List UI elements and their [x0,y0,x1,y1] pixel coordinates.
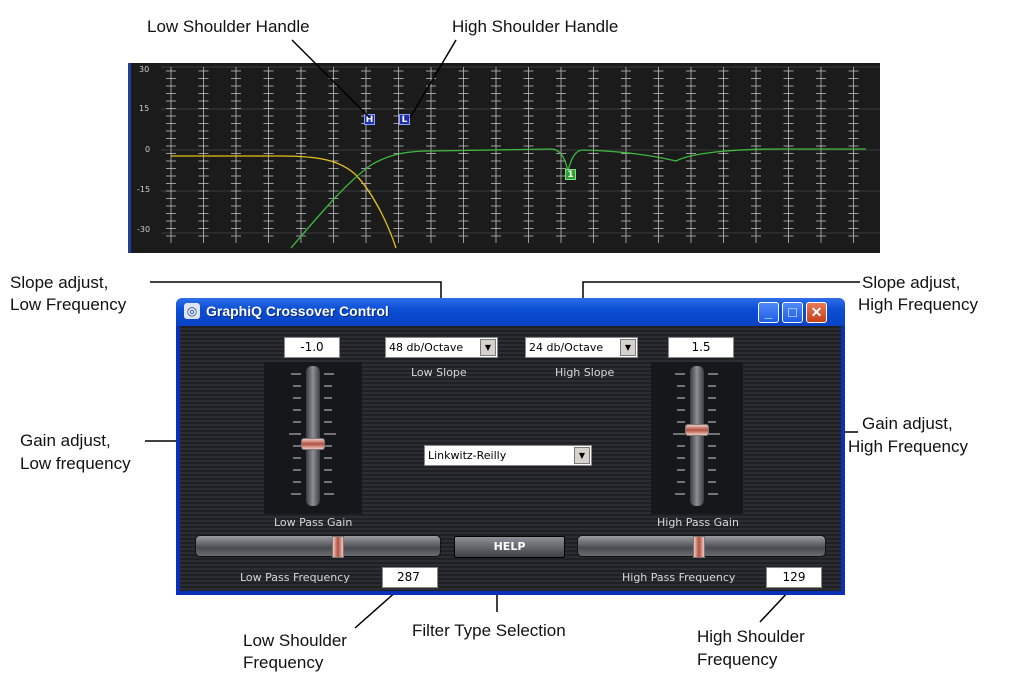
high-pass-gain-label: High Pass Gain [657,516,739,529]
window-client-area: -1.0 48 db/Octave ▼ 24 db/Octave ▼ 1.5 L… [180,326,841,591]
high-pass-gain-thumb[interactable] [685,424,709,436]
high-pass-frequency-thumb[interactable] [693,536,705,558]
high-slope-select[interactable]: 24 db/Octave ▼ [525,337,638,358]
high-pass-frequency-field[interactable]: 129 [766,567,822,588]
low-pass-gain-panel [264,362,362,514]
annotation-gain-low-line2: Low frequency [20,454,131,473]
low-slope-label: Low Slope [411,366,467,379]
annotation-slope-low-line2: Low Frequency [10,295,127,314]
low-gain-value-field[interactable]: -1.0 [284,337,340,358]
annotation-gain-high-line2: High Frequency [848,437,969,456]
chevron-down-icon[interactable]: ▼ [480,339,496,356]
annotation-high-shoulder-handle: High Shoulder Handle [452,17,619,36]
high-pass-gain-track[interactable] [690,366,704,506]
high-pass-frequency-label: High Pass Frequency [622,571,736,584]
minimize-button[interactable]: _ [758,302,779,323]
low-pass-frequency-label: Low Pass Frequency [240,571,350,584]
annotation-low-shoulder-freq-line1: Low Shoulder [243,631,347,650]
annotation-low-shoulder-freq-line2: Frequency [243,653,324,672]
high-pass-gain-panel [651,362,743,514]
title-bar[interactable]: ◎ GraphiQ Crossover Control _ □ ✕ [176,298,845,326]
high-slope-label: High Slope [555,366,615,379]
crossover-control-window: ◎ GraphiQ Crossover Control _ □ ✕ -1.0 4… [176,298,845,595]
filter-type-select[interactable]: Linkwitz-Reilly ▼ [424,445,592,466]
low-slope-selected: 48 db/Octave [389,341,464,354]
annotation-high-shoulder-freq-line1: High Shoulder [697,627,805,646]
annotation-filter-type: Filter Type Selection [412,621,566,640]
annotation-gain-high-line1: Gain adjust, [862,414,953,433]
low-pass-gain-thumb[interactable] [301,438,325,450]
help-button[interactable]: HELP [454,536,565,558]
annotation-slope-high-line2: High Frequency [858,295,979,314]
app-icon: ◎ [184,303,200,319]
annotation-high-shoulder-freq-line2: Frequency [697,650,778,669]
low-pass-frequency-thumb[interactable] [332,536,344,558]
filter-type-selected: Linkwitz-Reilly [428,449,507,462]
low-pass-frequency-field[interactable]: 287 [382,567,438,588]
annotation-low-shoulder-handle: Low Shoulder Handle [147,17,310,36]
close-button[interactable]: ✕ [806,302,827,323]
high-slope-selected: 24 db/Octave [529,341,604,354]
annotation-slope-high-line1: Slope adjust, [862,273,961,292]
maximize-button[interactable]: □ [782,302,803,323]
low-pass-gain-label: Low Pass Gain [274,516,353,529]
low-pass-gain-track[interactable] [306,366,320,506]
chevron-down-icon[interactable]: ▼ [574,447,590,464]
annotation-gain-low-line1: Gain adjust, [20,431,111,450]
high-pass-frequency-slider[interactable] [577,535,826,558]
chevron-down-icon[interactable]: ▼ [620,339,636,356]
low-slope-select[interactable]: 48 db/Octave ▼ [385,337,498,358]
low-pass-frequency-slider[interactable] [195,535,441,558]
annotation-slope-low-line1: Slope adjust, [10,273,109,292]
high-gain-value-field[interactable]: 1.5 [668,337,734,358]
window-title: GraphiQ Crossover Control [206,303,389,319]
